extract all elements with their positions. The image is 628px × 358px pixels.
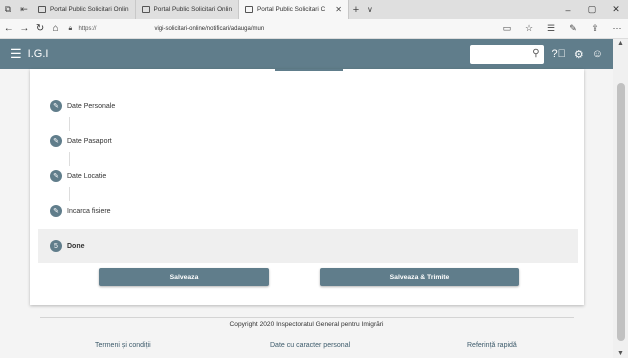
step-label: Incarca fisiere <box>67 207 111 215</box>
minimize-button[interactable]: – <box>556 0 580 19</box>
browser-tab[interactable]: Portal Public Solicitari Onlin <box>136 0 239 19</box>
browser-tab-strip: ⧉ ⇤ Portal Public Solicitari Onlin Porta… <box>0 0 628 19</box>
tab-back-icon[interactable]: ⇤ <box>16 0 32 19</box>
maximize-button[interactable]: ▢ <box>580 0 604 19</box>
edit-pencil-icon: ✎ <box>50 170 62 182</box>
share-icon[interactable]: ⇪ <box>584 23 606 34</box>
tab-actions-icon[interactable]: ⧉ <box>0 0 16 19</box>
step-incarca-fisiere[interactable]: ✎ Incarca fisiere <box>38 194 578 228</box>
footer-divider <box>40 317 574 318</box>
save-and-send-button[interactable]: Salveaza & Trimite <box>320 268 519 286</box>
new-tab-button[interactable]: + <box>349 0 363 19</box>
tab-label: Portal Public Solicitari C <box>257 6 326 13</box>
user-icon[interactable]: ☺ <box>592 48 603 61</box>
browser-toolbar: ▭ ☆ ☰ ✎ ⇪ ⋯ <box>496 23 628 34</box>
footer-link-personal-data[interactable]: Date cu caracter personal <box>270 342 350 349</box>
step-label: Date Pasaport <box>67 137 112 145</box>
scroll-down-icon[interactable]: ▼ <box>613 350 628 357</box>
refresh-icon[interactable]: ↻ <box>33 23 47 34</box>
browser-tab[interactable]: Portal Public Solicitari Onlin <box>32 0 136 19</box>
step-done[interactable]: 5 Done <box>38 229 578 263</box>
home-icon[interactable]: ⌂ <box>49 23 63 34</box>
close-tab-icon[interactable]: ✕ <box>335 5 342 14</box>
page-icon <box>245 6 253 13</box>
url-scheme: https:// <box>78 25 97 32</box>
step-label: Date Personale <box>67 102 116 110</box>
favorite-star-icon[interactable]: ☆ <box>518 23 540 34</box>
app-header: ☰ I.G.I ⚲ ?⃝ ⚙ ☺ <box>0 39 613 69</box>
lock-icon: 🔒︎ <box>68 24 73 32</box>
url-path: vigi-solicitari-online/notificari/adauga… <box>154 25 265 32</box>
scrollbar-thumb[interactable] <box>617 83 625 341</box>
help-icon[interactable]: ?⃝ <box>552 48 566 61</box>
step-number: 5 <box>50 240 62 252</box>
gear-icon[interactable]: ⚙ <box>574 48 584 61</box>
window-controls: – ▢ ✕ <box>556 0 628 19</box>
address-bar: ← → ↻ ⌂ 🔒︎ https:// vigi-solicitari-onli… <box>0 19 628 39</box>
close-window-button[interactable]: ✕ <box>604 0 628 19</box>
footer-link-terms[interactable]: Termeni și condiții <box>95 342 151 349</box>
scroll-up-icon[interactable]: ▲ <box>613 40 628 47</box>
tab-label: Portal Public Solicitari Onlin <box>153 6 233 13</box>
search-input[interactable] <box>469 46 528 66</box>
edit-pencil-icon: ✎ <box>50 135 62 147</box>
reading-view-icon[interactable]: ▭ <box>496 23 518 34</box>
footer-link-quick-reference[interactable]: Referință rapidă <box>467 342 517 349</box>
step-label: Date Locatie <box>67 172 107 180</box>
menu-icon[interactable]: ☰ <box>10 46 22 62</box>
step-date-locatie[interactable]: ✎ Date Locatie <box>38 159 578 193</box>
favorites-list-icon[interactable]: ☰ <box>540 23 562 34</box>
step-label: Done <box>67 242 85 250</box>
copyright-text: Copyright 2020 Inspectoratul General pen… <box>229 321 384 328</box>
step-date-personale[interactable]: ✎ Date Personale <box>38 89 578 123</box>
previous-button-edge <box>275 69 343 71</box>
brand-title[interactable]: I.G.I <box>28 48 49 60</box>
stepper-card: ✎ Date Personale ✎ Date Pasaport ✎ Date … <box>30 69 584 305</box>
page-content: ✎ Date Personale ✎ Date Pasaport ✎ Date … <box>0 69 613 358</box>
forward-arrow-icon[interactable]: → <box>18 23 32 34</box>
tab-list-button[interactable]: ∨ <box>363 0 377 19</box>
url-field[interactable]: 🔒︎ https:// vigi-solicitari-online/notif… <box>68 22 496 36</box>
browser-tab-active[interactable]: Portal Public Solicitari C ✕ <box>239 0 349 19</box>
save-button[interactable]: Salveaza <box>99 268 269 286</box>
header-actions: ?⃝ ⚙ ☺ <box>552 48 603 61</box>
step-date-pasaport[interactable]: ✎ Date Pasaport <box>38 124 578 158</box>
edit-pencil-icon: ✎ <box>50 100 62 112</box>
back-arrow-icon[interactable]: ← <box>2 23 16 34</box>
page-icon <box>38 6 46 13</box>
search-box: ⚲ <box>469 44 544 66</box>
search-icon[interactable]: ⚲ <box>532 48 539 59</box>
edit-pencil-icon: ✎ <box>50 205 62 217</box>
page-icon <box>141 6 150 13</box>
more-icon[interactable]: ⋯ <box>606 23 628 34</box>
tab-label: Portal Public Solicitari Onlin <box>50 6 129 13</box>
page-scrollbar[interactable]: ▲ ▼ <box>613 39 628 358</box>
pen-icon[interactable]: ✎ <box>562 23 584 34</box>
